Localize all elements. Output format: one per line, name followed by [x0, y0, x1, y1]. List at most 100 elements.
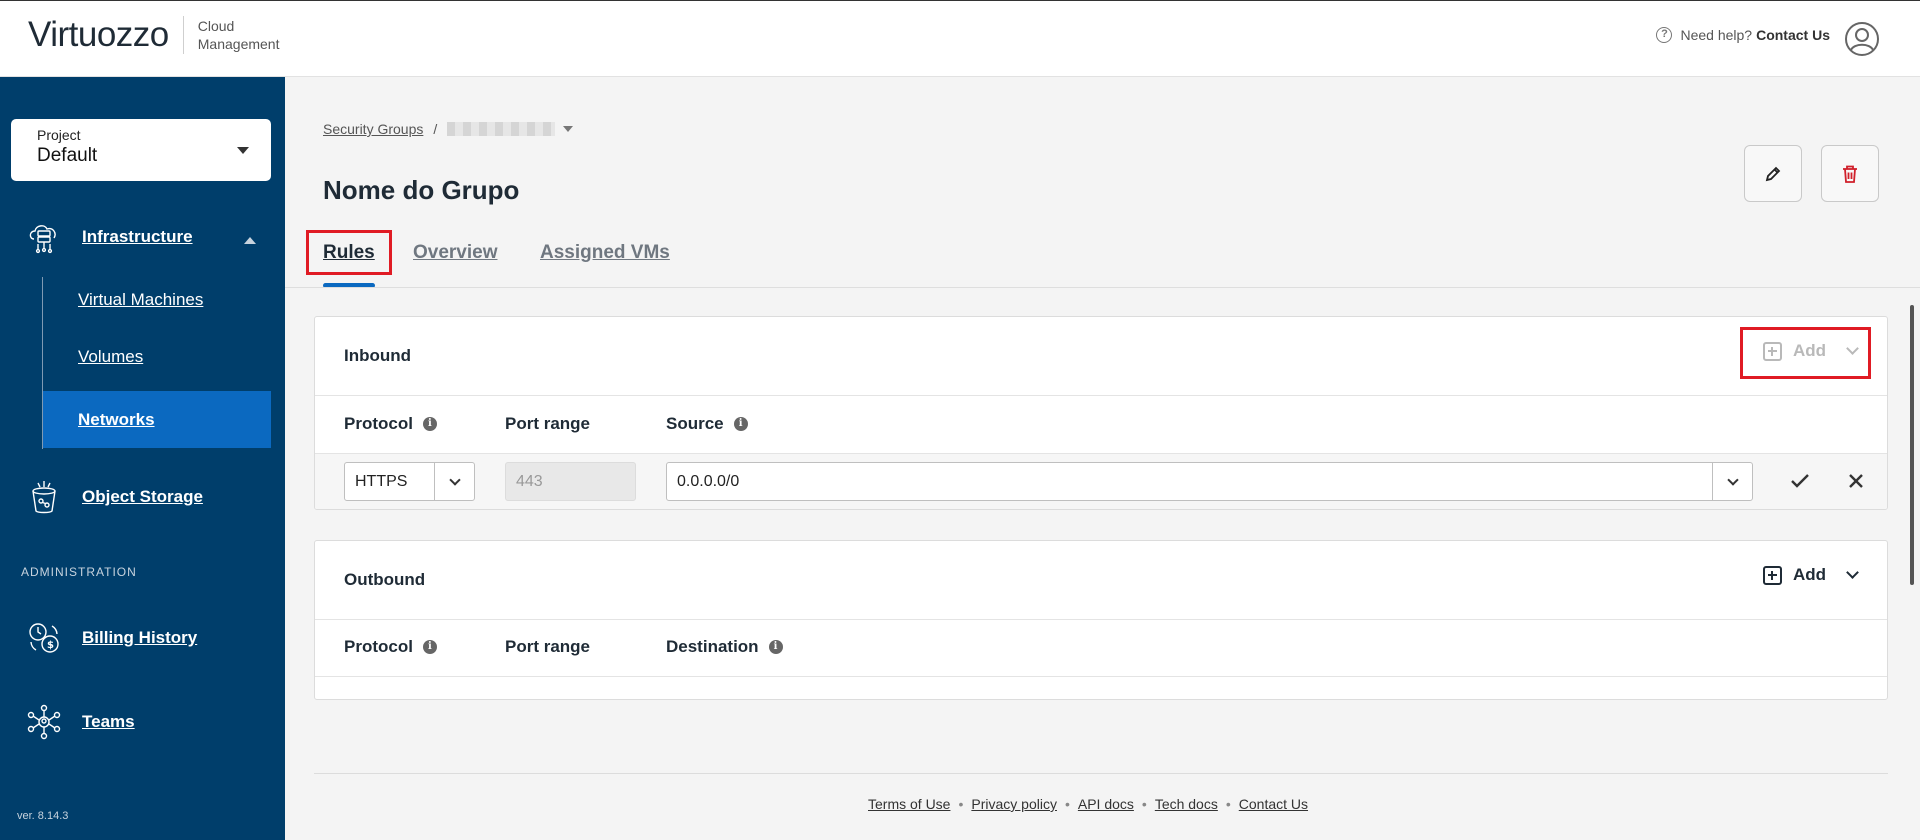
caret-up-icon[interactable]	[244, 237, 256, 244]
sidebar-item-volumes[interactable]: Volumes	[43, 328, 271, 385]
outbound-col-destination: Destination i	[666, 637, 783, 657]
protocol-select[interactable]: HTTPS	[344, 462, 475, 501]
inbound-header-divider	[315, 395, 1887, 396]
source-select[interactable]: 0.0.0.0/0	[666, 462, 1753, 501]
chevron-down-icon[interactable]	[434, 463, 474, 500]
outbound-title: Outbound	[344, 570, 426, 589]
sidebar-item-networks[interactable]: Networks	[43, 391, 271, 448]
scrollbar-thumb[interactable]	[1910, 305, 1914, 585]
footer-tech-docs-link[interactable]: Tech docs	[1155, 796, 1218, 812]
inbound-col-port: Port range	[505, 414, 591, 433]
version-text: ver. 8.14.3	[17, 810, 69, 822]
outbound-row-divider	[315, 676, 1887, 677]
trash-icon	[1843, 165, 1857, 183]
caret-down-icon[interactable]	[563, 126, 574, 132]
tab-assigned-vms[interactable]: Assigned VMs	[540, 242, 670, 264]
brand-subtitle-line2: Management	[197, 36, 280, 52]
brand-subtitle-line1: Cloud	[197, 18, 235, 34]
outbound-card: Outbound Add Protocol i Port range Desti…	[314, 540, 1888, 700]
tab-bar: Rules Overview Assigned VMs	[306, 230, 1916, 288]
brand-divider	[182, 16, 184, 54]
inbound-col-protocol: Protocol i	[344, 414, 437, 434]
port-value: 443	[516, 472, 543, 490]
question-icon: ?	[1656, 27, 1673, 43]
user-avatar-icon[interactable]	[1844, 21, 1880, 57]
check-icon	[1791, 474, 1809, 488]
chevron-down-icon[interactable]	[1712, 463, 1752, 500]
nav-object-storage-label: Object Storage	[82, 487, 203, 506]
contact-us-link[interactable]: Contact Us	[1756, 27, 1830, 43]
project-value: Default	[37, 145, 98, 166]
inbound-col-source: Source i	[666, 414, 748, 434]
cancel-button[interactable]	[1843, 468, 1869, 494]
page-title: Nome do Grupo	[323, 175, 520, 205]
help-text: Need help?	[1680, 27, 1753, 43]
breadcrumb-separator: /	[433, 121, 438, 137]
bucket-icon	[32, 481, 56, 514]
close-icon	[1849, 474, 1863, 488]
svg-text:$: $	[47, 640, 54, 651]
protocol-value: HTTPS	[355, 472, 408, 490]
breadcrumb-current-redacted[interactable]	[447, 122, 556, 136]
delete-button[interactable]	[1821, 145, 1879, 202]
tabs-divider	[285, 287, 1920, 288]
highlight-box-add	[1740, 327, 1871, 379]
nav-infrastructure[interactable]: Infrastructure	[26, 219, 193, 255]
billing-clock-icon: $	[29, 623, 59, 653]
info-icon[interactable]: i	[422, 640, 437, 654]
edit-button[interactable]	[1744, 145, 1802, 202]
chevron-down-icon[interactable]	[1846, 565, 1859, 579]
brand-name: Virtuozzo	[28, 15, 169, 54]
outbound-col-protocol: Protocol i	[344, 637, 437, 657]
teams-icon	[27, 704, 61, 740]
brand-logo[interactable]: Virtuozzo Cloud Management	[28, 15, 279, 55]
inbound-title: Inbound	[344, 346, 412, 365]
info-icon[interactable]: i	[422, 417, 437, 431]
brand-subtitle: Cloud Management	[198, 17, 280, 53]
top-header: Virtuozzo Cloud Management ? Need help? …	[0, 0, 1920, 77]
outbound-add-button[interactable]: Add	[1762, 565, 1859, 585]
outbound-header-divider	[315, 619, 1887, 620]
nav-infrastructure-label: Infrastructure	[82, 227, 193, 246]
nav-object-storage[interactable]: Object Storage	[26, 479, 203, 515]
nav-teams[interactable]: Teams	[26, 704, 135, 740]
port-range-input[interactable]: 443	[505, 462, 636, 501]
tab-overview[interactable]: Overview	[413, 242, 498, 264]
footer-api-docs-link[interactable]: API docs	[1078, 796, 1134, 812]
footer-dot: •	[1064, 796, 1070, 812]
footer-dot: •	[1141, 796, 1147, 812]
pencil-icon	[1765, 166, 1781, 181]
footer-terms-link[interactable]: Terms of Use	[868, 796, 950, 812]
cloud-server-icon	[29, 225, 56, 254]
sidebar: Project Default Infrastructure Virtual M…	[0, 77, 285, 840]
footer-privacy-link[interactable]: Privacy policy	[971, 796, 1057, 812]
info-icon[interactable]: i	[733, 417, 748, 431]
footer-contact-link[interactable]: Contact Us	[1239, 796, 1308, 812]
confirm-button[interactable]	[1787, 468, 1813, 494]
help-area: ? Need help? Contact Us	[1656, 27, 1830, 43]
outbound-col-port: Port range	[505, 637, 591, 656]
project-label: Project	[37, 127, 81, 143]
sidebar-item-virtual-machines[interactable]: Virtual Machines	[43, 271, 271, 328]
col-source-label: Source	[666, 414, 724, 433]
nav-billing-history[interactable]: $ Billing History	[26, 620, 197, 656]
project-selector[interactable]: Project Default	[11, 119, 271, 181]
plus-square-icon	[1762, 565, 1782, 585]
col-protocol-label: Protocol	[344, 637, 413, 656]
breadcrumb: Security Groups /	[323, 121, 574, 137]
col-destination-label: Destination	[666, 637, 759, 656]
highlight-box-rules	[306, 230, 392, 275]
source-value: 0.0.0.0/0	[677, 472, 740, 490]
section-administration: ADMINISTRATION	[21, 565, 137, 579]
outbound-add-label: Add	[1792, 565, 1826, 584]
footer-dot: •	[958, 796, 964, 812]
breadcrumb-security-groups[interactable]: Security Groups	[323, 121, 423, 137]
caret-down-icon	[237, 147, 249, 154]
col-protocol-label: Protocol	[344, 414, 413, 433]
nav-billing-history-label: Billing History	[82, 628, 198, 647]
footer-dot: •	[1225, 796, 1231, 812]
footer-links: Terms of Use • Privacy policy • API docs…	[868, 796, 1308, 812]
footer-divider	[314, 773, 1888, 774]
inbound-card: Inbound Add Protocol i Port range Source…	[314, 316, 1888, 510]
info-icon[interactable]: i	[768, 640, 783, 654]
